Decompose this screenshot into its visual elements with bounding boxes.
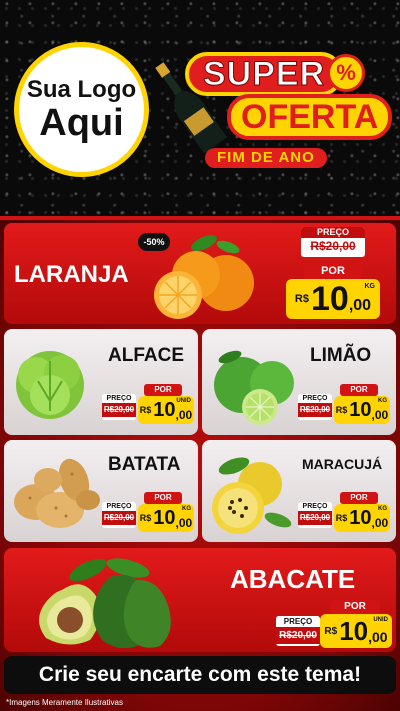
disclaimer: *Imagens Meramente Ilustrativas: [6, 698, 123, 707]
product-name: MARACUJÁ: [302, 456, 383, 472]
preco-label: PREÇO: [301, 227, 365, 238]
preco-label: PREÇO: [298, 502, 332, 511]
price-box: R$ 10 ,00 UNID: [138, 396, 194, 424]
old-price-box: PREÇO R$20,00: [298, 502, 332, 528]
preco-label: PREÇO: [102, 502, 136, 511]
product-card-batata[interactable]: BATATA PREÇO R$20,00 POR R$ 10 ,00 KG: [4, 440, 198, 542]
product-name: ABACATE: [230, 564, 356, 594]
por-label: POR: [340, 492, 378, 504]
price-box: R$ 10 ,00 KG: [334, 396, 390, 424]
old-price-box: PREÇO R$20,00: [102, 394, 136, 420]
price-unit: KG: [378, 506, 387, 512]
header: Sua Logo Aqui SUPER % OFERTA FIM DE ANO: [0, 0, 400, 218]
price-integer: 10: [153, 507, 176, 529]
por-label: POR: [144, 492, 182, 504]
percent-icon: %: [327, 54, 365, 92]
price-unit: KG: [378, 398, 387, 404]
price-cents: ,00: [175, 408, 193, 422]
price-integer: 10: [349, 507, 372, 529]
price-unit: KG: [182, 506, 191, 512]
preco-label: PREÇO: [298, 394, 332, 403]
old-price: R$20,00: [102, 403, 136, 417]
price-integer: 10: [310, 280, 349, 318]
old-price-box: PREÇO R$20,00: [102, 502, 136, 528]
logo-placeholder: Sua Logo Aqui: [14, 42, 149, 177]
product-name: LIMÃO: [310, 345, 372, 366]
currency: R$: [139, 405, 152, 415]
product-card-maracuja[interactable]: MARACUJÁ PREÇO R$20,00 POR R$ 10 ,00 KG: [202, 440, 396, 542]
potato-icon: [14, 458, 100, 528]
por-label: POR: [144, 384, 182, 396]
lettuce-icon: [16, 351, 84, 419]
old-price: R$20,00: [102, 511, 136, 525]
avocado-icon: [39, 558, 171, 649]
old-price-box: PREÇO R$20,00: [301, 227, 365, 257]
price-cents: ,00: [371, 408, 389, 422]
discount-badge: -50%: [138, 233, 170, 251]
campaign-title: SUPER % OFERTA FIM DE ANO: [175, 52, 393, 172]
preco-label: PREÇO: [102, 394, 136, 403]
passion-fruit-icon: [212, 457, 292, 534]
price-cents: ,00: [371, 516, 389, 530]
title-oferta: OFERTA: [227, 94, 393, 140]
old-price: R$20,00: [310, 239, 356, 253]
por-label: POR: [304, 264, 362, 279]
logo-line-1: Sua Logo: [26, 75, 137, 103]
logo-line-2: Aqui: [39, 101, 124, 144]
product-card-abacate[interactable]: ABACATE PREÇO R$20,00 POR R$ 10 ,00 UNID: [4, 548, 396, 652]
price-unit: UNID: [373, 617, 388, 623]
cta-banner[interactable]: Crie seu encarte com este tema!: [4, 656, 396, 694]
old-price-box: PREÇO R$20,00: [298, 394, 332, 420]
preco-label: PREÇO: [276, 616, 320, 627]
price-box: R$ 10 ,00 UNID: [320, 614, 392, 648]
old-price: R$20,00: [298, 403, 332, 417]
currency: R$: [324, 625, 338, 637]
title-super: SUPER: [185, 52, 344, 96]
lime-icon: [214, 350, 294, 425]
product-card-laranja[interactable]: LARANJA PREÇO R$20,00 POR R$ 10 ,00 KG: [4, 223, 396, 324]
product-name: ALFACE: [108, 345, 184, 366]
product-name: BATATA: [108, 454, 181, 475]
price-box: R$ 10 ,00 KG: [138, 504, 194, 532]
price-cents: ,00: [368, 629, 388, 645]
por-label: POR: [330, 600, 380, 614]
price-box: R$ 10 ,00 KG: [286, 279, 380, 319]
currency: R$: [335, 513, 348, 523]
price-cents: ,00: [348, 297, 372, 314]
price-box: R$ 10 ,00 KG: [334, 504, 390, 532]
price-cents: ,00: [175, 516, 193, 530]
old-price: R$20,00: [276, 627, 320, 644]
price-integer: 10: [339, 616, 369, 646]
subtitle-fim-de-ano: FIM DE ANO: [205, 148, 327, 168]
price-integer: 10: [153, 399, 176, 421]
price-unit: UNID: [176, 398, 191, 404]
price-integer: 10: [349, 399, 372, 421]
old-price-box: PREÇO R$20,00: [276, 616, 320, 646]
currency: R$: [139, 513, 152, 523]
old-price: R$20,00: [298, 511, 332, 525]
price-unit: KG: [364, 283, 376, 290]
product-card-alface[interactable]: ALFACE PREÇO R$20,00 POR R$ 10 ,00 UNID: [4, 329, 198, 435]
currency: R$: [335, 405, 348, 415]
por-label: POR: [340, 384, 378, 396]
currency: R$: [294, 293, 309, 305]
product-card-limao[interactable]: LIMÃO PREÇO R$20,00 POR R$ 10 ,00 KG: [202, 329, 396, 435]
product-name: LARANJA: [14, 261, 129, 288]
